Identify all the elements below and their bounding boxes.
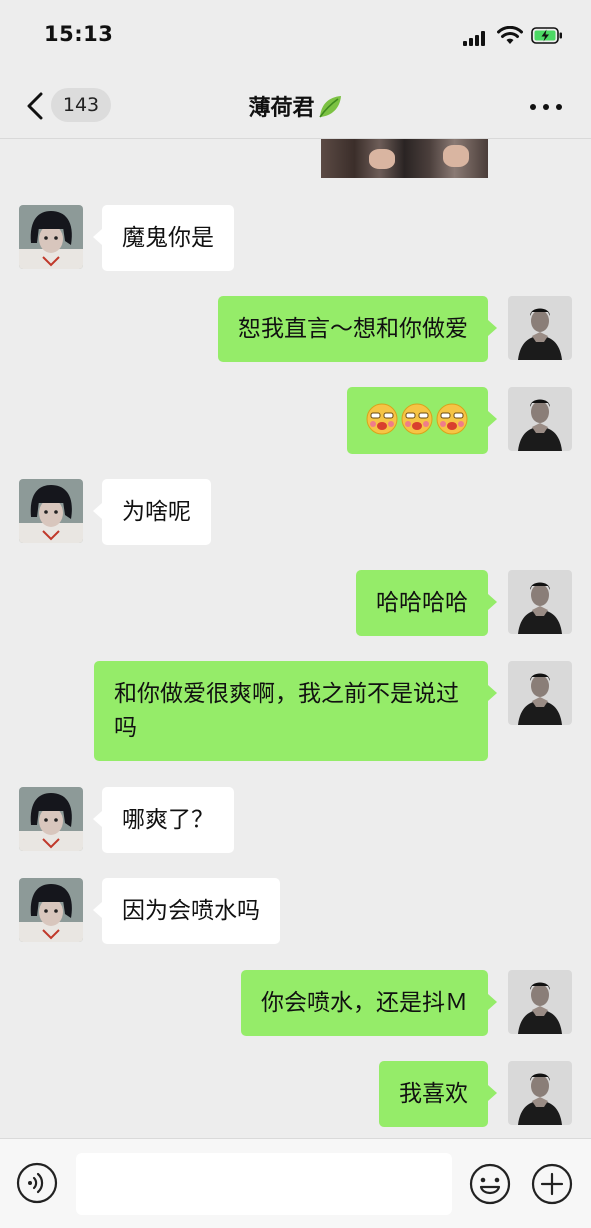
message-bubble[interactable]: 因为会喷水吗	[93, 878, 280, 944]
message-row: 你会喷水，还是抖Ｍ	[0, 970, 591, 1036]
image-message-thumbnail[interactable]	[321, 139, 488, 178]
message-text: 哈哈哈哈	[376, 590, 468, 616]
battery-charging-icon	[531, 27, 562, 44]
message-bubble[interactable]: 你会喷水，还是抖Ｍ	[241, 970, 497, 1036]
avatar-contact[interactable]	[19, 787, 83, 851]
chat-title-text: 薄荷君	[248, 96, 315, 121]
wifi-icon	[497, 26, 523, 44]
smiley-icon[interactable]	[468, 1162, 512, 1206]
avatar-self[interactable]	[508, 970, 572, 1034]
avatar-contact[interactable]	[19, 205, 83, 269]
message-text: 和你做爱很爽啊，我之前不是说过吗	[114, 681, 459, 741]
back-button[interactable]: 143	[20, 86, 116, 126]
message-bubble[interactable]: 我喜欢	[379, 1061, 497, 1127]
message-row: 为啥呢	[0, 479, 591, 545]
message-text: 哪爽了？	[122, 807, 214, 833]
avatar-contact[interactable]	[19, 479, 83, 543]
leaf-icon	[318, 96, 341, 118]
message-text: 恕我直言～想和你做爱	[238, 316, 468, 342]
chat-title: 薄荷君	[150, 90, 441, 122]
message-bubble[interactable]: 哪爽了？	[93, 787, 234, 853]
message-row: 和你做爱很爽啊，我之前不是说过吗	[0, 661, 591, 761]
message-text: 为啥呢	[122, 499, 191, 525]
message-row: 我喜欢	[0, 1061, 591, 1127]
message-row	[0, 387, 591, 454]
message-bubble[interactable]: 恕我直言～想和你做爱	[218, 296, 497, 362]
message-bubble[interactable]	[347, 387, 497, 454]
status-bar: 15:13	[0, 0, 591, 72]
face-emoji-icon	[435, 402, 469, 436]
voice-icon[interactable]	[16, 1162, 58, 1204]
more-button[interactable]	[528, 98, 564, 114]
face-emoji-icon	[400, 402, 434, 436]
avatar-self[interactable]	[508, 661, 572, 725]
avatar-contact[interactable]	[19, 878, 83, 942]
message-text: 我喜欢	[399, 1081, 468, 1107]
message-input[interactable]	[76, 1153, 452, 1215]
nav-bar: 143 薄荷君	[0, 72, 591, 139]
message-bubble[interactable]: 哈哈哈哈	[356, 570, 497, 636]
message-row: 恕我直言～想和你做爱	[0, 296, 591, 362]
chat-screen: 15:13 143 薄荷君 魔鬼你是 恕我直言～想和你做爱 为啥呢 哈哈哈哈 和…	[0, 0, 591, 1228]
message-bubble[interactable]: 为啥呢	[93, 479, 211, 545]
message-row: 魔鬼你是	[0, 205, 591, 271]
status-time: 15:13	[44, 22, 114, 46]
message-row: 因为会喷水吗	[0, 878, 591, 944]
message-text: 魔鬼你是	[122, 225, 214, 251]
avatar-self[interactable]	[508, 570, 572, 634]
face-emoji-icon	[365, 402, 399, 436]
message-list[interactable]: 魔鬼你是 恕我直言～想和你做爱 为啥呢 哈哈哈哈 和你做爱很爽啊，我之前不是说过…	[0, 139, 591, 1138]
chevron-left-icon	[27, 92, 43, 120]
message-row: 哈哈哈哈	[0, 570, 591, 636]
message-text: 因为会喷水吗	[122, 898, 260, 924]
input-bar	[0, 1138, 591, 1228]
signal-icon	[463, 30, 489, 46]
avatar-self[interactable]	[508, 1061, 572, 1125]
message-bubble[interactable]: 魔鬼你是	[93, 205, 234, 271]
plus-icon[interactable]	[530, 1162, 574, 1206]
message-text: 你会喷水，还是抖Ｍ	[261, 990, 468, 1016]
avatar-self[interactable]	[508, 387, 572, 451]
avatar-self[interactable]	[508, 296, 572, 360]
message-row: 哪爽了？	[0, 787, 591, 853]
message-bubble[interactable]: 和你做爱很爽啊，我之前不是说过吗	[94, 661, 497, 761]
unread-count-badge: 143	[51, 88, 111, 122]
